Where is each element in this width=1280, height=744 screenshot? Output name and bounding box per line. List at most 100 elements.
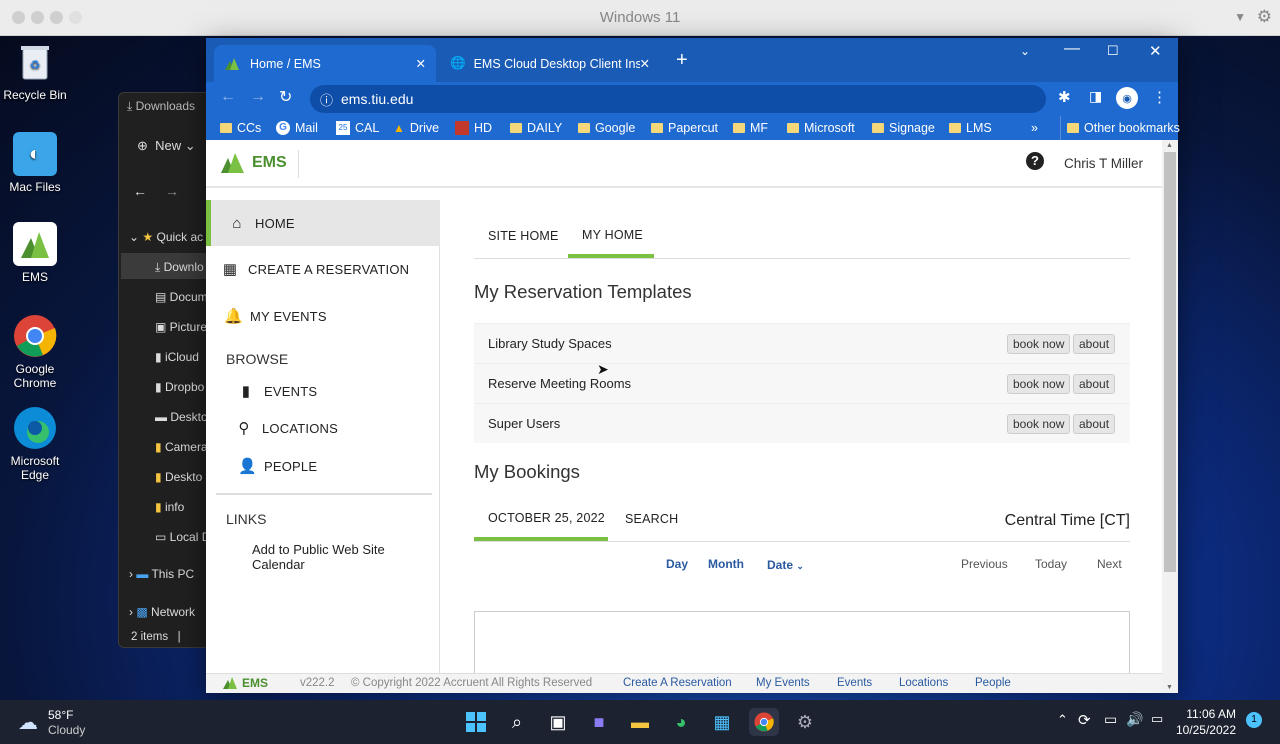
file-explorer-icon[interactable]: ▬ — [625, 708, 655, 736]
this-pc[interactable]: › ▬ This PC — [129, 567, 194, 581]
bookmark-lms[interactable]: LMS — [949, 116, 992, 140]
tab-my-home[interactable]: MY HOME — [582, 228, 643, 242]
desktop-icon-ems[interactable]: EMS — [0, 222, 70, 284]
link-public-calendar[interactable]: Add to Public Web Site Calendar — [252, 542, 439, 572]
previous-button[interactable]: Previous — [961, 557, 1008, 571]
bookmark-microsoft[interactable]: Microsoft — [787, 116, 855, 140]
reload-icon[interactable]: ↻ — [279, 87, 292, 107]
explorer-item[interactable]: ▮ Camera — [155, 440, 208, 454]
vertical-scrollbar[interactable]: ▲ ▼ — [1162, 140, 1178, 693]
footer-link-events[interactable]: Events — [837, 677, 872, 689]
bookmark-ccs[interactable]: CCs — [220, 116, 261, 140]
close-tab-icon[interactable]: ✕ — [416, 56, 426, 71]
network-icon[interactable]: ▭ — [1104, 711, 1117, 728]
explorer-item[interactable]: ▮ Dropbo — [155, 380, 204, 394]
back-arrow-icon[interactable]: ← — [133, 183, 147, 199]
nav-my-events[interactable]: 🔔 MY EVENTS — [206, 293, 440, 339]
bookmark-daily[interactable]: DAILY — [510, 116, 562, 140]
explorer-item[interactable]: ▭ Local D — [155, 530, 210, 544]
close-window-icon[interactable]: ✕ — [1149, 42, 1162, 60]
next-button[interactable]: Next — [1097, 557, 1122, 571]
task-view-icon[interactable]: ▣ — [543, 708, 573, 736]
file-explorer-window[interactable]: ⤓ Downloads ⊕ New ⌄ ← → ⌄ ★ Quick ac ⤓ D… — [118, 92, 218, 648]
extensions-icon[interactable]: ✱ — [1058, 88, 1071, 106]
teams-chat-icon[interactable]: ■ — [584, 708, 614, 736]
notification-badge[interactable]: 1 — [1246, 712, 1262, 728]
user-name[interactable]: Chris T Miller — [1064, 156, 1143, 171]
side-panel-icon[interactable]: ◨ — [1089, 88, 1102, 105]
tab-site-home[interactable]: SITE HOME — [488, 229, 559, 243]
footer-link-locations[interactable]: Locations — [899, 677, 948, 689]
weather-desc[interactable]: Cloudy — [48, 723, 85, 737]
explorer-item[interactable]: ▮ info — [155, 500, 184, 514]
explorer-item[interactable]: ▮ Deskto — [155, 470, 202, 484]
clock-date[interactable]: 10/25/2022 — [1170, 723, 1236, 737]
start-icon[interactable] — [461, 708, 491, 736]
month-view-button[interactable]: Month — [708, 557, 744, 571]
explorer-item[interactable]: ▤ Docum — [155, 290, 208, 304]
desktop-icon-recycle-bin[interactable]: ♻ Recycle Bin — [0, 40, 70, 102]
profile-avatar[interactable]: ◉ — [1116, 87, 1138, 109]
bookmark-cal[interactable]: 25 CAL — [336, 116, 379, 140]
new-button[interactable]: ⊕ New ⌄ — [137, 138, 196, 154]
site-info-icon[interactable]: ⓘ — [320, 90, 333, 109]
nav-people[interactable]: 👤 PEOPLE — [206, 443, 440, 489]
minimize-icon[interactable]: — — [1064, 40, 1080, 58]
tab-search[interactable]: SEARCH — [625, 512, 678, 526]
desktop-icon-chrome[interactable]: Google Chrome — [0, 314, 70, 390]
more-bookmarks[interactable]: » — [1031, 116, 1038, 140]
explorer-item[interactable]: ▮ iCloud — [155, 350, 199, 364]
network[interactable]: › ▩ Network — [129, 605, 195, 619]
battery-icon[interactable]: ▭ — [1151, 711, 1163, 727]
ems-logo[interactable]: EMS — [220, 152, 287, 174]
cloud-icon[interactable]: ☁ — [18, 710, 38, 735]
tab-ems-cloud[interactable]: 🌐 EMS Cloud Desktop Client Install ✕ — [440, 45, 660, 82]
forward-icon[interactable]: → — [250, 88, 266, 106]
maximize-icon[interactable]: ☐ — [1107, 43, 1119, 59]
help-icon[interactable]: ? — [1026, 152, 1044, 170]
weather-temp[interactable]: 58°F — [48, 708, 73, 722]
chrome-icon[interactable] — [749, 708, 779, 736]
nav-home[interactable]: ⌂ HOME — [206, 200, 440, 246]
settings-icon[interactable]: ⚙ — [790, 708, 820, 736]
bookmark-drive[interactable]: ▲ Drive — [393, 116, 439, 140]
volume-icon[interactable]: 🔊 — [1126, 711, 1143, 728]
explorer-item[interactable]: ▣ Picture — [155, 320, 207, 334]
desktop-icon-edge[interactable]: Microsoft Edge — [0, 406, 70, 482]
book-now-button[interactable]: book now — [1007, 374, 1071, 394]
explorer-item[interactable]: ⤓ Downlo — [155, 260, 204, 275]
new-tab-icon[interactable]: + — [676, 49, 688, 72]
search-icon[interactable]: ⌕ — [502, 708, 532, 736]
sync-icon[interactable]: ⟳ — [1078, 711, 1091, 729]
store-icon[interactable]: ▦ — [707, 708, 737, 736]
tab-search-icon[interactable]: ⌄ — [1020, 44, 1030, 58]
show-hidden-icons[interactable]: ⌃ — [1057, 712, 1068, 728]
omnibox[interactable]: ⓘ ems.tiu.edu — [310, 85, 1046, 113]
book-now-button[interactable]: book now — [1007, 414, 1071, 434]
nav-create-reservation[interactable]: ▦ CREATE A RESERVATION — [206, 246, 440, 292]
footer-link-create[interactable]: Create A Reservation — [623, 677, 732, 689]
footer-link-my-events[interactable]: My Events — [756, 677, 810, 689]
bookmark-papercut[interactable]: Papercut — [651, 116, 718, 140]
other-bookmarks[interactable]: Other bookmarks — [1060, 116, 1180, 140]
tab-home-ems[interactable]: Home / EMS ✕ — [214, 45, 436, 82]
close-tab-icon[interactable]: ✕ — [640, 56, 650, 71]
bookmark-mf[interactable]: MF — [733, 116, 768, 140]
tab-booking-date[interactable]: OCTOBER 25, 2022 — [488, 511, 605, 525]
footer-logo[interactable]: EMS — [222, 676, 268, 690]
desktop-icon-mac-files[interactable]: ◐ Mac Files — [0, 132, 70, 194]
menu-icon[interactable]: ⋮ — [1152, 88, 1167, 106]
footer-link-people[interactable]: People — [975, 677, 1011, 689]
about-button[interactable]: about — [1073, 414, 1116, 434]
settings-gear-icon[interactable]: ⚙ — [1257, 7, 1272, 27]
book-now-button[interactable]: book now — [1007, 334, 1071, 354]
bookmark-signage[interactable]: Signage — [872, 116, 935, 140]
clock-time[interactable]: 11:06 AM — [1180, 707, 1236, 721]
today-button[interactable]: Today — [1035, 557, 1067, 571]
date-picker-button[interactable]: Date ⌄ — [767, 558, 804, 572]
explorer-item[interactable]: ▬ Deskto — [155, 410, 208, 424]
bookmark-hd[interactable]: HD — [455, 116, 492, 140]
edge-icon[interactable]: ◕ — [666, 708, 696, 736]
quick-access[interactable]: ⌄ ★ Quick ac — [129, 230, 203, 244]
bookmark-google[interactable]: Google — [578, 116, 635, 140]
